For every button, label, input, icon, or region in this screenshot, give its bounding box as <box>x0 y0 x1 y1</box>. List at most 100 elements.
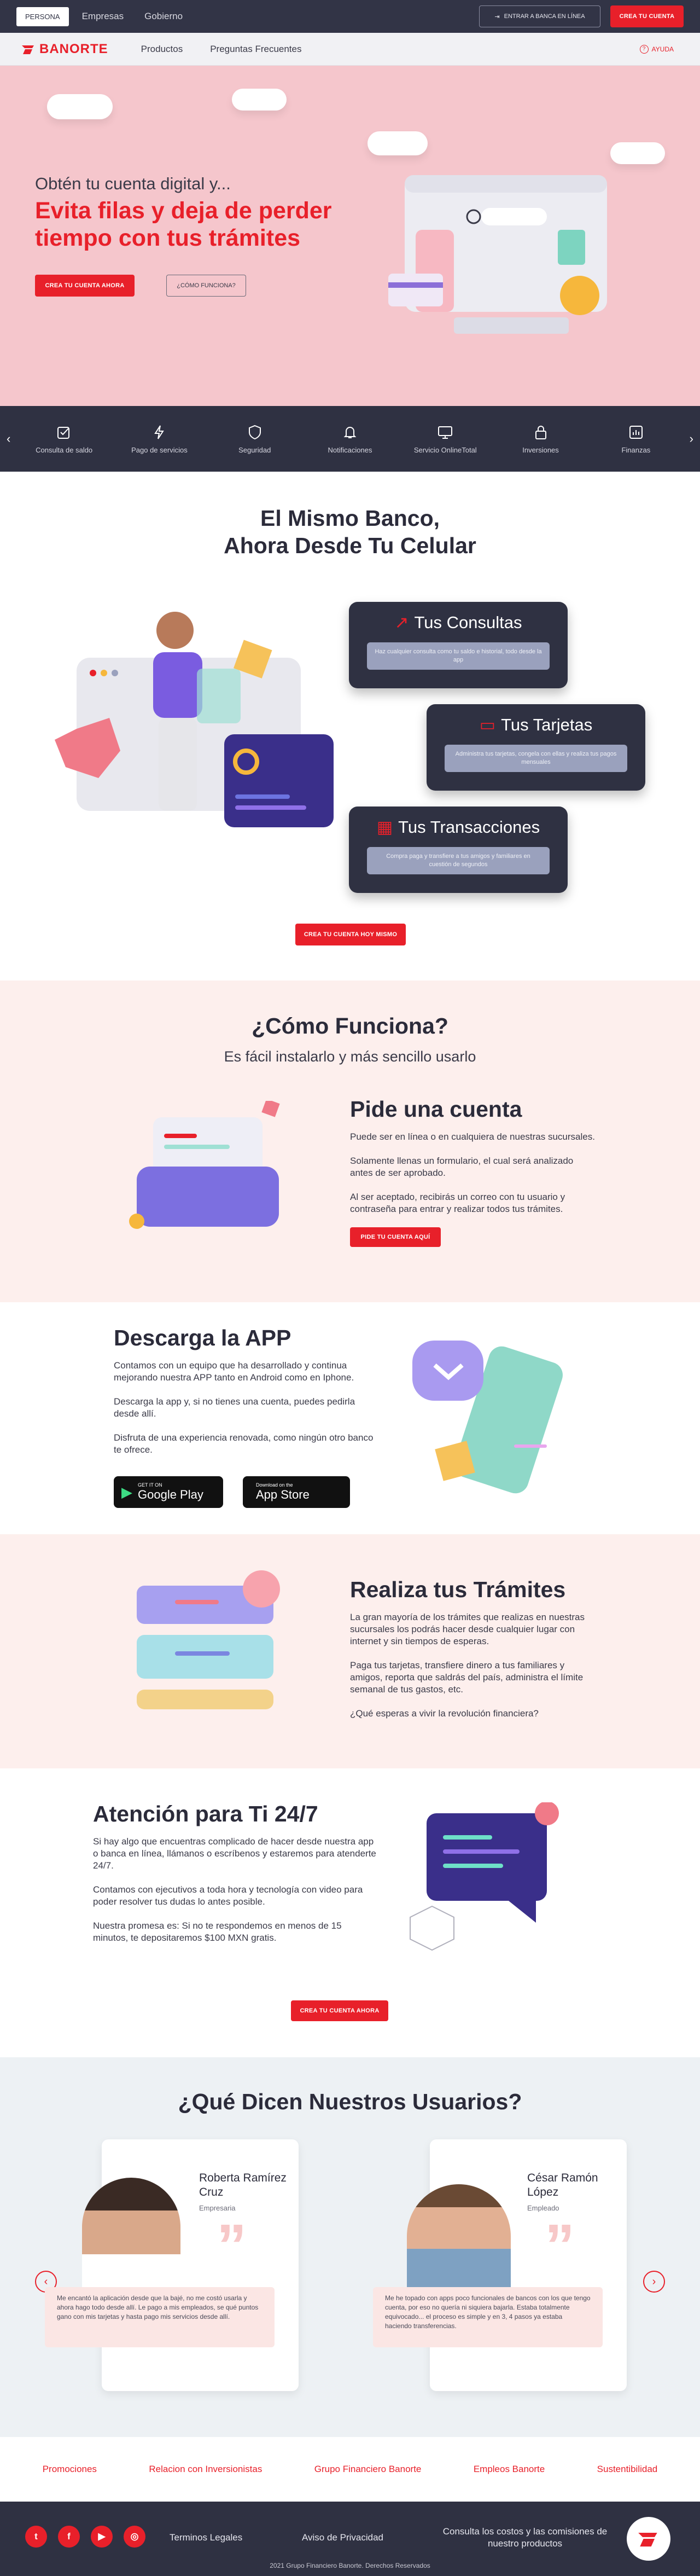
footer-link-inversionistas[interactable]: Relacion con Inversionistas <box>149 2464 262 2475</box>
character-illustration <box>55 612 334 827</box>
quick-item-seguridad[interactable]: Seguridad <box>222 424 288 454</box>
badge-big-text: App Store <box>256 1488 310 1501</box>
youtube-icon[interactable]: ▶ <box>91 2526 113 2548</box>
download-paragraph: Contamos con un equipo que ha desarrolla… <box>114 1360 354 1383</box>
download-text-block: Descarga la APP Contamos con un equipo q… <box>114 1325 376 1468</box>
quick-item-label: Seguridad <box>238 445 271 454</box>
how-heading: Pide una cuenta <box>350 1096 522 1122</box>
procedures-paragraph: Paga tus tarjetas, transfiere dinero a t… <box>350 1660 584 1695</box>
create-account-top-button[interactable]: CREA TU CUENTA <box>610 5 684 27</box>
how-it-works-button[interactable]: ¿CÓMO FUNCIONA? <box>166 275 246 297</box>
shield-icon <box>248 425 261 439</box>
download-app-section: Descarga la APP Contamos con un equipo q… <box>0 1302 700 1534</box>
nav-faq[interactable]: Preguntas Frecuentes <box>210 44 301 55</box>
hero-section: Obtén tu cuenta digital y... Evita filas… <box>0 66 700 406</box>
banorte-mark-icon <box>22 45 34 54</box>
feature-card-transacciones: ▦ Tus Transacciones Compra paga y transfi… <box>349 807 568 893</box>
segment-empresas[interactable]: Empresas <box>74 7 132 26</box>
quick-item-label: Notificaciones <box>328 445 372 454</box>
google-play-badge[interactable]: ▶ GET IT ON Google Play <box>114 1476 223 1508</box>
online-banking-label: ENTRAR A BANCA EN LÍNEA <box>504 13 585 20</box>
feature-title: Tus Tarjetas <box>501 715 593 734</box>
banorte-footer-logo <box>627 2517 670 2561</box>
monitor-icon <box>438 426 453 439</box>
download-paragraph: Disfruta de una experiencia renovada, co… <box>114 1432 374 1455</box>
support-paragraph: Nuestra promesa es: Si no te respondemos… <box>93 1921 342 1943</box>
chevron-right-icon: › <box>652 2275 656 2288</box>
footer-link-promociones[interactable]: Promociones <box>43 2464 97 2475</box>
testimonials-section: ¿Qué Dicen Nuestros Usuarios? ‹ › Robert… <box>0 2057 700 2437</box>
carousel-next-icon[interactable]: › <box>690 432 693 446</box>
testimonial-quote: Me encantó la aplicación desde que la ba… <box>45 2287 275 2347</box>
bolt-icon <box>154 425 165 439</box>
quick-item-inversiones[interactable]: Inversiones <box>508 424 574 454</box>
chat-illustration <box>410 1802 559 1951</box>
download-paragraph: Descarga la app y, si no tienes una cuen… <box>114 1396 355 1419</box>
hero-headline: Evita filas y deja de perder tiempo con … <box>35 198 332 251</box>
support-text-block: Atención para Ti 24/7 Si hay algo que en… <box>93 1801 377 1956</box>
footer-links: Promociones Relacion con Inversionistas … <box>0 2437 700 2502</box>
hero-create-account-button[interactable]: CREA TU CUENTA AHORA <box>35 275 135 297</box>
support-create-account-button[interactable]: CREA TU CUENTA AHORA <box>291 2000 388 2021</box>
feature-title: Tus Transacciones <box>398 817 540 837</box>
phone-illustration <box>412 1341 563 1494</box>
section-subtitle: Es fácil instalarlo y más sencillo usarl… <box>224 1048 476 1065</box>
quick-item-label: Inversiones <box>522 445 559 454</box>
terms-link[interactable]: Terminos Legales <box>170 2532 242 2543</box>
privacy-link[interactable]: Aviso de Privacidad <box>302 2532 383 2543</box>
procedures-paragraph: La gran mayoría de los trámites que real… <box>350 1612 585 1646</box>
nav-productos[interactable]: Productos <box>141 44 183 55</box>
quick-item-finanzas[interactable]: Finanzas <box>603 424 669 454</box>
support-paragraph: Contamos con ejecutivos a toda hora y te… <box>93 1884 363 1907</box>
facebook-icon[interactable]: f <box>58 2526 80 2548</box>
app-store-badge[interactable]: Download on the App Store <box>243 1476 350 1508</box>
how-paragraph: Solamente llenas un formulario, el cual … <box>350 1156 574 1178</box>
quick-item-label: Servicio OnlineTotal <box>413 445 477 454</box>
feature-description: Administra tus tarjetas, congela con ell… <box>445 745 627 772</box>
segment-persona[interactable]: PERSONA <box>16 7 69 26</box>
help-link[interactable]: ? AYUDA <box>639 44 674 54</box>
how-paragraph: Puede ser en línea o en cualquiera de nu… <box>350 1132 595 1142</box>
quick-item-onlinetotal[interactable]: Servicio OnlineTotal <box>412 424 478 454</box>
costs-link[interactable]: Consulta los costos y las comisiones de … <box>432 2526 618 2550</box>
help-label: AYUDA <box>651 45 674 53</box>
cards-illustration <box>137 1570 280 1709</box>
brand-name: BANORTE <box>39 41 108 56</box>
lock-icon <box>535 425 546 439</box>
procedures-heading: Realiza tus Trámites <box>350 1577 566 1602</box>
footer-link-empleos[interactable]: Empleos Banorte <box>474 2464 545 2475</box>
help-icon: ? <box>639 44 649 54</box>
calculator-icon: ▦ <box>376 817 393 837</box>
carousel-prev-icon[interactable]: ‹ <box>7 432 10 446</box>
procedures-text-block: Realiza tus Trámites La gran mayoría de … <box>350 1577 596 1732</box>
avatar <box>407 2184 511 2288</box>
segment-gobierno[interactable]: Gobierno <box>137 7 190 26</box>
feature-description: Compra paga y transfiere a tus amigos y … <box>367 847 550 874</box>
badge-big-text: Google Play <box>138 1488 203 1501</box>
footer-link-sustentabilidad[interactable]: Sustentibilidad <box>597 2464 658 2475</box>
testimonial-next-button[interactable]: › <box>643 2271 665 2293</box>
create-account-today-button[interactable]: CREA TU CUENTA HOY MISMO <box>295 924 406 945</box>
cloud-illustration <box>610 142 665 164</box>
quick-item-consulta[interactable]: Consulta de saldo <box>31 424 97 454</box>
hero-lead: Obtén tu cuenta digital y... <box>35 174 231 193</box>
download-heading: Descarga la APP <box>114 1325 291 1350</box>
footer-link-grupo[interactable]: Grupo Financiero Banorte <box>314 2464 422 2475</box>
online-banking-button[interactable]: ⇥ ENTRAR A BANCA EN LÍNEA <box>479 5 600 27</box>
procedures-section: Realiza tus Trámites La gran mayoría de … <box>0 1534 700 1768</box>
quick-item-pagos[interactable]: Pago de servicios <box>126 424 192 454</box>
social-links: t f ▶ ◎ <box>25 2526 145 2548</box>
login-icon: ⇥ <box>494 13 500 20</box>
inbox-illustration <box>129 1101 280 1229</box>
chevron-left-icon: ‹ <box>44 2275 48 2288</box>
banorte-logo[interactable]: BANORTE <box>21 42 108 57</box>
quick-item-notificaciones[interactable]: Notificaciones <box>317 424 383 454</box>
top-bar: PERSONA Empresas Gobierno ⇥ ENTRAR A BAN… <box>0 0 700 33</box>
instagram-icon[interactable]: ◎ <box>124 2526 145 2548</box>
mobile-banking-section: El Mismo Banco, Ahora Desde Tu Celular ↗ T… <box>0 472 700 980</box>
support-section: Atención para Ti 24/7 Si hay algo que en… <box>0 1768 700 2057</box>
twitter-icon[interactable]: t <box>25 2526 47 2548</box>
request-account-button[interactable]: PIDE TU CUENTA AQUÍ <box>350 1227 441 1247</box>
trend-icon: ↗ <box>394 613 409 632</box>
bell-icon <box>343 426 357 438</box>
